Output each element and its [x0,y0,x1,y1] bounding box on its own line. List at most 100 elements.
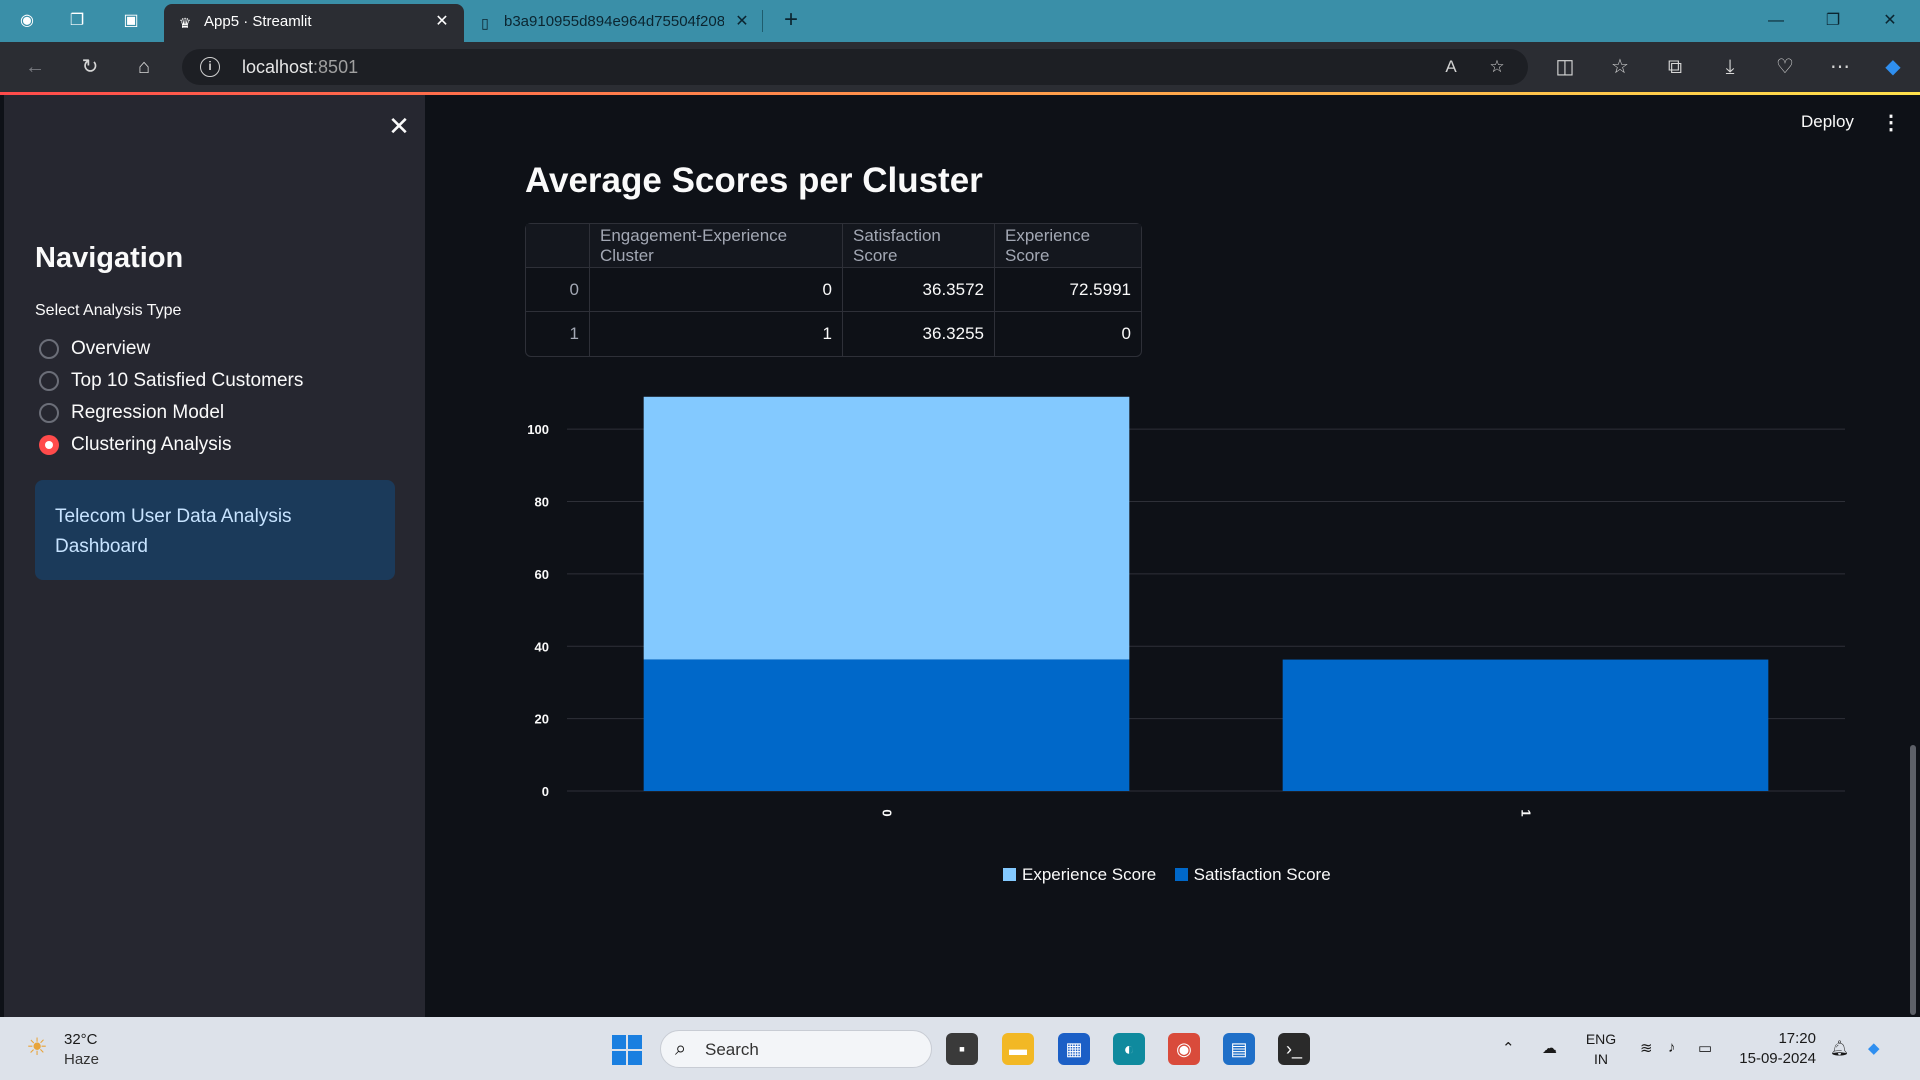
minimize-icon[interactable]: — [1758,8,1794,34]
chrome-browser-icon[interactable]: ◉ [1168,1033,1200,1065]
show-hidden-icons-icon[interactable]: ⌃ [1502,1039,1515,1057]
y-tick-label: 0 [542,784,549,799]
x-tick-label: 0 [880,809,895,816]
radio-button-icon[interactable] [39,371,59,391]
profile-icon[interactable]: ◉ [16,10,38,32]
page-heading: Average Scores per Cluster [525,161,983,200]
table-cell[interactable]: 0 [995,312,1141,356]
weather-description[interactable]: Haze [64,1051,99,1068]
terminal-icon[interactable]: ›_ [1278,1033,1310,1065]
legend-label: Experience Score [1022,865,1157,884]
table-row: 1 1 36.3255 0 [526,312,1141,356]
radio-label: Top 10 Satisfied Customers [71,370,304,391]
table-cell[interactable]: 36.3572 [843,268,995,312]
weather-temperature[interactable]: 32°C [64,1031,98,1048]
stacked-bar-chart[interactable]: 0 20 40 60 80 100 0 1 [525,375,1845,895]
table-header-cell[interactable]: Engagement-Experience Cluster [590,224,843,268]
y-tick-label: 80 [535,495,549,510]
bar-segment[interactable] [1282,659,1769,791]
more-menu-icon[interactable]: ⋯ [1827,54,1853,80]
read-aloud-icon[interactable]: A [1440,56,1462,78]
address-bar[interactable]: i localhost:8501 A ☆ [182,49,1528,85]
favorite-star-icon[interactable]: ☆ [1486,56,1508,78]
close-tab-icon[interactable]: ✕ [732,12,752,32]
workspaces-icon[interactable]: ❐ [66,10,88,32]
copilot-icon[interactable]: ◆ [1880,54,1906,80]
url-text[interactable]: localhost:8501 [242,57,358,78]
edge-browser-icon[interactable]: ◐ [1113,1033,1145,1065]
battery-icon[interactable]: ▭ [1698,1039,1712,1057]
tab-separator [762,10,763,32]
refresh-icon[interactable]: ↻ [77,54,103,80]
table-header-cell[interactable]: Satisfaction Score [843,224,995,268]
legend-item-satisfaction[interactable]: Satisfaction Score [1174,865,1331,885]
sidebar-title: Navigation [35,242,184,274]
table-cell[interactable]: 1 [590,312,843,356]
window-close-icon[interactable]: ✕ [1872,8,1908,34]
deploy-button[interactable]: Deploy [1801,112,1854,132]
new-tab-icon[interactable]: + [778,8,804,34]
notifications-bell-icon[interactable]: 🔔︎ [1830,1039,1849,1057]
y-tick-label: 20 [535,712,549,727]
table-cell[interactable]: 36.3255 [843,312,995,356]
table-cell[interactable]: 0 [526,268,590,312]
task-view-icon[interactable]: ▪ [946,1033,978,1065]
table-cell[interactable]: 1 [526,312,590,356]
bar-segment[interactable] [643,396,1130,660]
scrollbar[interactable] [1910,745,1916,1015]
radio-button-icon[interactable] [39,403,59,423]
legend-label: Satisfaction Score [1193,865,1331,884]
y-tick-label: 100 [527,422,549,437]
radio-button-icon[interactable] [39,339,59,359]
vscode-icon[interactable]: ▤ [1223,1033,1255,1065]
split-screen-icon[interactable]: ◫ [1552,54,1578,80]
system-clock[interactable]: 17:20 15-09-2024 [1738,1029,1816,1069]
chart-legend: Experience Score Satisfaction Score [1003,865,1345,887]
table-cell[interactable]: 72.5991 [995,268,1141,312]
table-header-cell[interactable]: Experience Score [995,224,1141,268]
volume-icon[interactable]: ♪ [1668,1039,1676,1056]
main-menu-icon[interactable]: ⋮ [1881,111,1901,135]
vertical-tabs-icon[interactable]: ▣ [120,10,142,32]
legend-item-experience[interactable]: Experience Score [1003,865,1156,885]
downloads-icon[interactable]: ⤓ [1717,54,1743,80]
file-explorer-icon[interactable]: ▬ [1002,1033,1034,1065]
radio-label: Clustering Analysis [71,434,232,455]
tab-inactive[interactable]: ▯ b3a910955d894e964d75504f2087 ✕ [464,4,764,42]
table-cell[interactable]: 0 [590,268,843,312]
search-placeholder: Search [705,1040,759,1059]
restore-icon[interactable]: ❐ [1815,8,1851,34]
table-header-cell[interactable] [526,224,590,268]
y-tick-label: 40 [535,639,549,654]
language-indicator[interactable]: ENG IN [1584,1029,1618,1069]
browser-tab-bar: ◉ ❐ ▣ ♛ App5 · Streamlit ✕ ▯ b3a910955d8… [0,0,1920,42]
microsoft-store-icon[interactable]: ▦ [1058,1033,1090,1065]
legend-swatch [1174,868,1188,881]
main-content: Deploy ⋮ Average Scores per Cluster Enga… [425,95,1920,1017]
analysis-type-label: Select Analysis Type [35,302,182,319]
back-icon[interactable]: ← [22,54,48,80]
legend-swatch [1003,868,1016,881]
bar-segment[interactable] [643,659,1130,791]
weather-haze-icon[interactable]: ☀ [22,1035,52,1061]
radio-label: Overview [71,338,151,359]
dataframe-table[interactable]: Engagement-Experience Cluster Satisfacti… [525,223,1142,357]
close-tab-icon[interactable]: ✕ [432,12,452,32]
copilot-taskbar-icon[interactable]: ◆ [1868,1039,1880,1057]
y-tick-label: 60 [535,567,549,582]
wifi-icon[interactable]: ≋ [1640,1039,1653,1057]
site-info-icon[interactable]: i [200,57,220,77]
onedrive-cloud-icon[interactable]: ☁ [1542,1039,1557,1057]
browser-essentials-icon[interactable]: ♡ [1772,54,1798,80]
close-sidebar-icon[interactable]: ✕ [386,113,412,139]
collections-icon[interactable]: ⧉ [1662,54,1688,80]
radio-label: Regression Model [71,402,225,423]
taskbar-search-box[interactable]: ⌕ Search [660,1030,932,1068]
search-icon: ⌕ [675,1038,687,1060]
radio-button-selected-icon[interactable] [39,435,59,455]
start-windows-icon[interactable] [612,1035,642,1065]
home-icon[interactable]: ⌂ [131,54,157,80]
info-box: Telecom User Data Analysis Dashboard [35,480,395,580]
favorites-icon[interactable]: ☆ [1607,54,1633,80]
tab-active[interactable]: ♛ App5 · Streamlit ✕ [164,4,464,42]
